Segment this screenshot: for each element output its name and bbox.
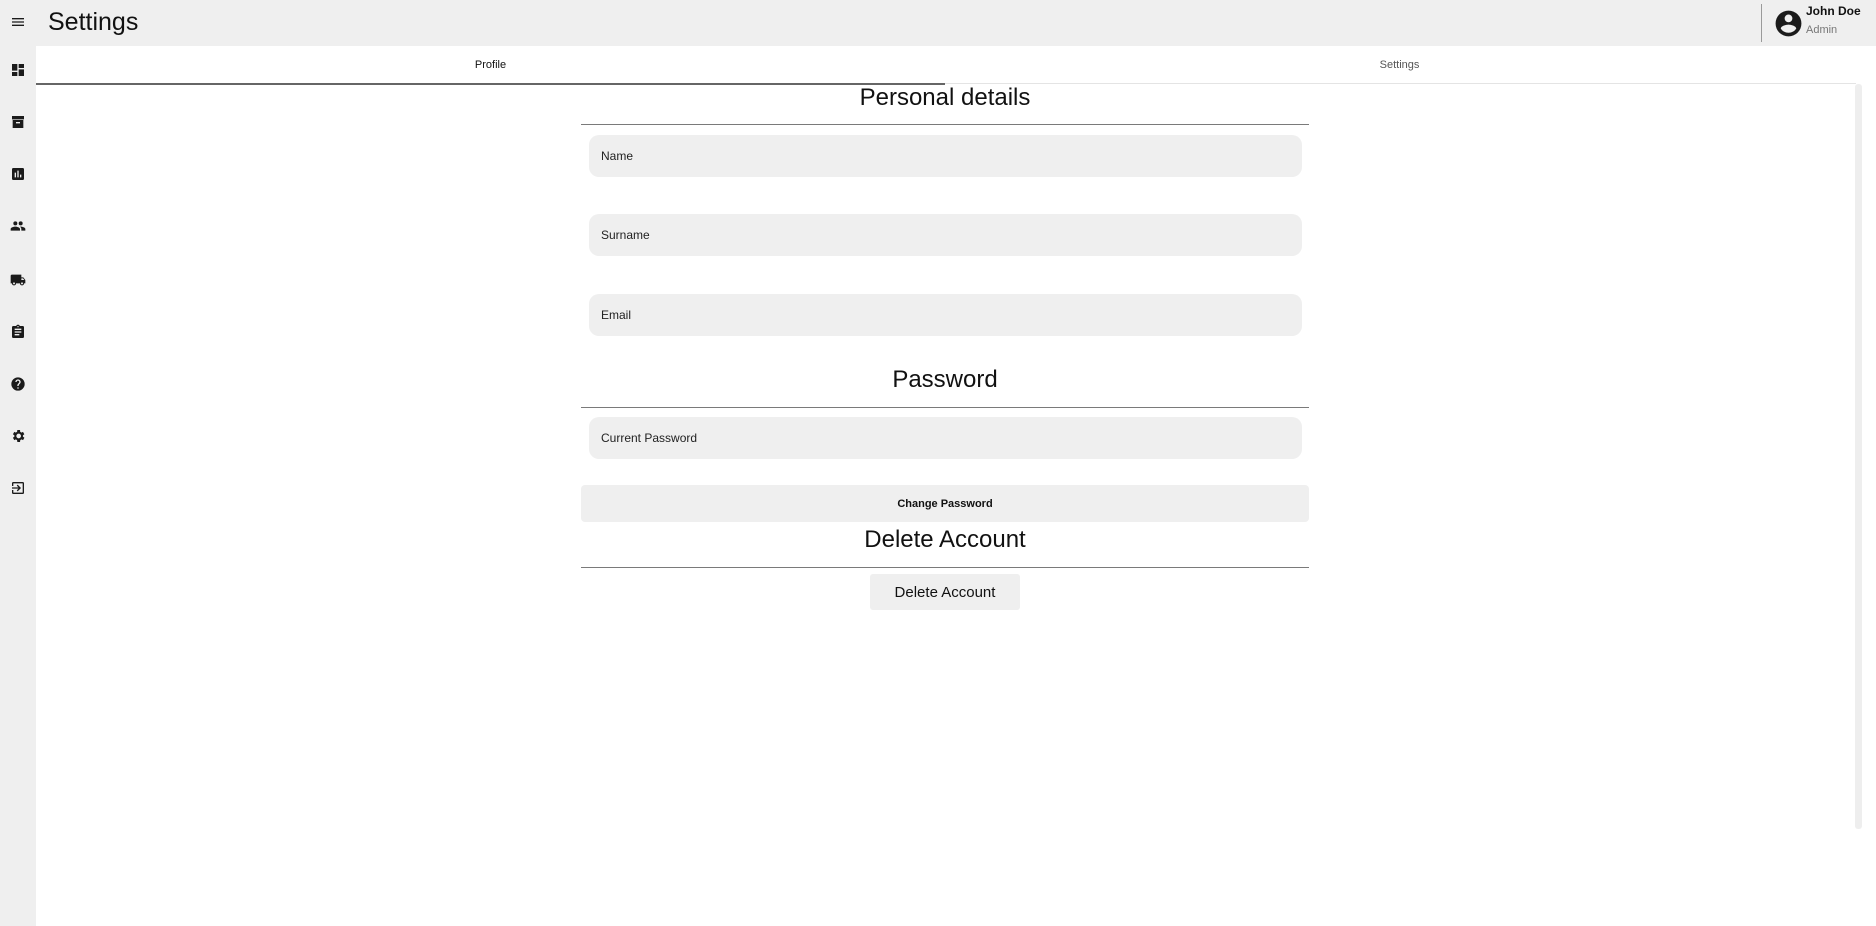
header-divider [1761, 4, 1762, 42]
user-menu[interactable]: John Doe Admin [1773, 4, 1861, 42]
current-password-field[interactable]: Current Password [589, 417, 1302, 459]
name-field-label: Name [601, 149, 634, 163]
password-heading: Password [892, 366, 998, 393]
tab-settings-label: Settings [1379, 59, 1420, 71]
password-divider [581, 407, 1309, 408]
dashboard-icon[interactable] [4, 56, 32, 84]
user-name: John Doe [1806, 3, 1861, 18]
email-field-label: Email [601, 308, 632, 322]
delete-account-heading: Delete Account [864, 526, 1026, 553]
change-password-button[interactable]: Change Password [581, 485, 1309, 522]
sidebar [0, 0, 36, 926]
user-role: Admin [1806, 23, 1838, 36]
app-header: Settings John Doe Admin [36, 0, 1876, 46]
gear-icon[interactable] [4, 422, 32, 450]
people-icon[interactable] [4, 212, 32, 240]
chart-icon[interactable] [4, 160, 32, 188]
current-password-label: Current Password [601, 431, 698, 445]
email-field[interactable]: Email [589, 294, 1302, 336]
help-icon[interactable] [4, 370, 32, 398]
clipboard-icon[interactable] [4, 318, 32, 346]
user-info: John Doe Admin [1806, 5, 1861, 36]
archive-icon[interactable] [4, 108, 32, 136]
surname-field-label: Surname [601, 228, 650, 242]
menu-icon[interactable] [4, 8, 32, 36]
personal-details-heading: Personal details [859, 84, 1031, 111]
page-title: Settings [48, 8, 139, 36]
tab-profile-label: Profile [474, 59, 507, 71]
tab-bar: Profile Settings [36, 46, 1856, 85]
scrollbar[interactable] [1855, 84, 1862, 829]
account-circle-icon [1773, 8, 1804, 39]
tab-profile[interactable]: Profile [36, 46, 945, 85]
truck-icon[interactable] [4, 266, 32, 294]
logout-icon[interactable] [4, 474, 32, 502]
tab-settings[interactable]: Settings [945, 46, 1854, 84]
name-field[interactable]: Name [589, 135, 1302, 177]
surname-field[interactable]: Surname [589, 214, 1302, 256]
personal-details-divider [581, 124, 1309, 125]
delete-account-button[interactable]: Delete Account [870, 574, 1020, 610]
delete-account-divider [581, 567, 1309, 568]
